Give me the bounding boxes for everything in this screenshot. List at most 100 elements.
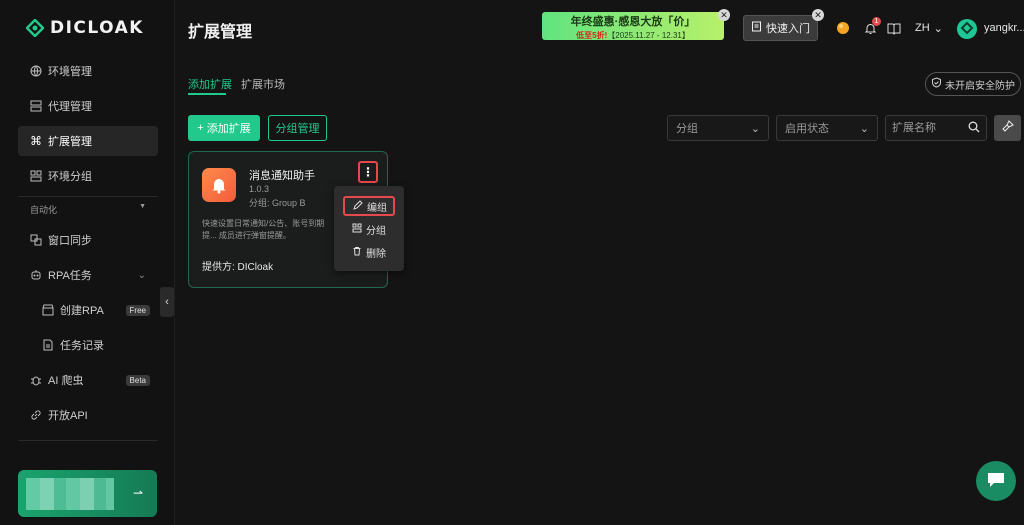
sidebar-item-label: 扩展管理 — [48, 136, 92, 148]
sidebar-item-label: 任务记录 — [60, 340, 104, 352]
menu-item-label: 删除 — [366, 248, 386, 260]
extension-version: 1.0.3 — [249, 184, 270, 194]
menu-item-label: 分组 — [366, 225, 386, 237]
beta-badge: Beta — [125, 374, 150, 386]
menu-item-edit-group[interactable]: 编组 — [343, 196, 395, 216]
menu-item-group[interactable]: 分组 — [344, 219, 394, 239]
search-box — [885, 115, 987, 141]
security-label: 未开启安全防护 — [945, 80, 1015, 92]
notification-badge: 1 — [872, 17, 881, 26]
proxy-icon — [30, 100, 42, 112]
logo[interactable]: DICLOAK — [25, 17, 144, 39]
pencil-icon — [353, 199, 363, 213]
promo-close-icon[interactable]: ✕ — [718, 9, 730, 21]
security-protection-button[interactable]: 未开启安全防护 — [925, 72, 1021, 96]
promo-image — [26, 478, 114, 510]
promo-title: 年终盛惠·感恩大放「价」 — [570, 16, 696, 28]
add-extension-button[interactable]: + 添加扩展 — [188, 115, 260, 141]
link-icon — [30, 409, 42, 421]
automation-section-header[interactable]: 自动化 ▼ — [30, 203, 146, 216]
more-vertical-icon: ⋮ — [362, 165, 374, 179]
chat-support-button[interactable] — [976, 461, 1016, 501]
chat-bubble-icon — [986, 471, 1006, 492]
avatar[interactable] — [957, 19, 977, 39]
group-icon — [30, 170, 42, 182]
quick-start-label: 快速入门 — [766, 23, 810, 35]
sidebar-item-ai-crawler[interactable]: AI 爬虫 Beta — [18, 365, 158, 395]
quick-start-close-icon[interactable]: ✕ — [812, 9, 824, 21]
chevron-down-icon: ⌄ — [750, 122, 760, 135]
sidebar-item-task-log[interactable]: 任务记录 — [30, 330, 158, 360]
sidebar-item-extensions[interactable]: ⌘ 扩展管理 — [18, 126, 158, 156]
sidebar-divider — [18, 196, 158, 197]
arrow-right-icon: ⇀ — [132, 486, 143, 500]
extension-bell-icon — [202, 168, 236, 202]
sidebar-item-label: 环境分组 — [48, 171, 92, 183]
extension-provider: 提供方: DICloak — [202, 262, 274, 273]
menu-item-label: 编组 — [367, 202, 387, 214]
tab-add-extension[interactable]: 添加扩展 — [188, 76, 232, 92]
sidebar-item-window-sync[interactable]: 窗口同步 — [18, 225, 158, 255]
globe-icon — [30, 65, 42, 77]
chevron-down-icon: ⌄ — [933, 23, 943, 35]
sync-window-icon — [30, 234, 42, 246]
sidebar-item-environments[interactable]: 环境管理 — [18, 56, 158, 86]
sidebar-item-label: 创建RPA — [60, 305, 104, 317]
store-icon — [42, 304, 54, 316]
language-label: ZH — [915, 22, 930, 34]
promo-discount: 低至5折! — [576, 31, 608, 40]
sidebar: DICLOAK 环境管理 代理管理 ⌘ 扩展管理 环境分组 自动化 ▼ 窗口同步 — [0, 0, 175, 525]
user-name[interactable]: yangkr... — [984, 22, 1024, 34]
clear-filter-button[interactable] — [994, 115, 1021, 141]
chevron-left-icon: ‹ — [165, 296, 169, 308]
section-label: 自动化 — [30, 205, 58, 215]
sidebar-item-open-api[interactable]: 开放API — [18, 400, 158, 430]
robot-icon — [30, 269, 42, 281]
group-select-value: 分组 — [676, 123, 698, 135]
sidebar-item-label: 环境管理 — [48, 66, 92, 78]
quick-start-button[interactable]: 快速入门 — [743, 15, 818, 41]
docs-book-icon[interactable] — [886, 20, 902, 36]
page-title: 扩展管理 — [188, 24, 253, 41]
sidebar-item-label: 窗口同步 — [48, 235, 92, 247]
add-extension-label: 添加扩展 — [206, 123, 251, 135]
extension-description: 快速设置日常通知/公告、账号到期提... 成员进行弹窗提醒。 — [202, 219, 325, 240]
sidebar-divider — [18, 440, 158, 441]
brush-icon — [1001, 120, 1014, 136]
chevron-down-icon: ⌄ — [859, 122, 869, 135]
sidebar-collapse-button[interactable]: ‹ — [160, 287, 174, 317]
logo-text: DICLOAK — [50, 18, 144, 38]
more-options-button[interactable]: ⋮ — [358, 161, 378, 183]
group-select[interactable]: 分组 ⌄ — [667, 115, 769, 141]
promo-subtitle: 低至5折!【2025.11.27 - 12.31】 — [542, 30, 724, 41]
promo-banner[interactable]: 年终盛惠·感恩大放「价」 低至5折!【2025.11.27 - 12.31】 — [542, 12, 724, 40]
caret-down-icon: ▼ — [139, 203, 146, 210]
logo-icon — [25, 18, 45, 38]
sidebar-item-proxies[interactable]: 代理管理 — [18, 91, 158, 121]
search-input[interactable] — [892, 122, 964, 134]
trash-icon — [352, 246, 362, 259]
sidebar-item-label: 开放API — [48, 410, 88, 422]
status-select[interactable]: 启用状态 ⌄ — [776, 115, 878, 141]
language-switch[interactable]: ZH ⌄ — [915, 22, 943, 35]
extension-name: 消息通知助手 — [249, 170, 315, 182]
free-badge: Free — [125, 304, 150, 316]
command-icon: ⌘ — [30, 134, 42, 148]
search-icon[interactable] — [968, 121, 980, 136]
group-manage-button[interactable]: 分组管理 — [268, 115, 327, 141]
sidebar-item-rpa[interactable]: RPA任务 ⌄ — [18, 260, 158, 290]
chevron-down-icon: ⌄ — [137, 269, 146, 281]
book-icon — [751, 21, 762, 35]
sidebar-item-env-groups[interactable]: 环境分组 — [18, 161, 158, 191]
sidebar-item-create-rpa[interactable]: 创建RPA Free — [30, 295, 158, 325]
tab-extension-market[interactable]: 扩展市场 — [241, 76, 285, 92]
extension-group: 分组: Group B — [249, 198, 306, 208]
sidebar-item-label: AI 爬虫 — [48, 375, 84, 387]
menu-item-delete[interactable]: 删除 — [344, 242, 394, 262]
sidebar-item-label: RPA任务 — [48, 270, 92, 282]
sidebar-item-label: 代理管理 — [48, 101, 92, 113]
context-menu: 编组 分组 删除 — [334, 186, 404, 271]
sun-icon[interactable] — [835, 20, 851, 36]
sidebar-promo-card[interactable]: ⇀ — [18, 470, 157, 517]
bug-icon — [30, 374, 42, 386]
